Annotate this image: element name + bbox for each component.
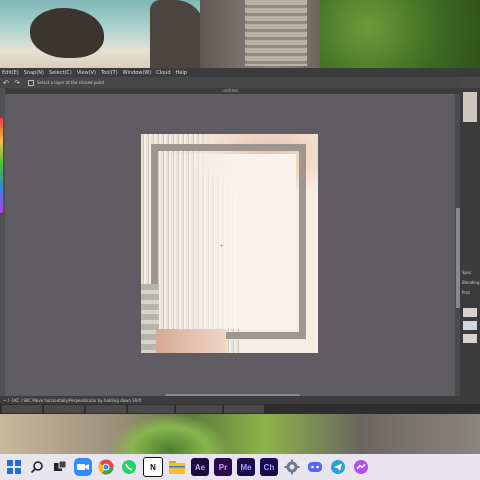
- artwork-pink-strip: [156, 329, 226, 353]
- whatsapp-icon[interactable]: [120, 458, 138, 476]
- paint-app-window: Edit(E) Snap(N) Select(C) View(V) Tool(T…: [0, 68, 480, 414]
- select-layer-label: Select a layer at the clicked point: [37, 80, 105, 85]
- after-effects-icon[interactable]: Ae: [191, 458, 209, 476]
- telegram-icon[interactable]: [329, 458, 347, 476]
- menu-select[interactable]: Select(C): [49, 70, 72, 76]
- status-text: ~ / -1KC / SKC Move horizontally/Perpend…: [3, 397, 142, 403]
- window-tab[interactable]: [2, 405, 42, 413]
- media-encoder-icon[interactable]: Me: [237, 458, 255, 476]
- wallpaper-palm: [110, 414, 230, 454]
- open-windows-strip: [0, 404, 480, 414]
- window-tab[interactable]: [224, 405, 264, 413]
- navigator-thumbnail[interactable]: [463, 92, 477, 122]
- windows-start-icon[interactable]: [5, 458, 23, 476]
- wallpaper-beach: [0, 414, 480, 454]
- select-layer-checkbox[interactable]: [28, 79, 34, 86]
- window-tab[interactable]: [86, 405, 126, 413]
- layer-thumbnail[interactable]: [463, 308, 477, 317]
- taskbar: N Ae Pr Me Ch: [0, 454, 480, 480]
- panel-label: Spec: [462, 270, 472, 275]
- messenger-icon[interactable]: [352, 458, 370, 476]
- right-panel: Spec Blending Prot: [460, 88, 480, 404]
- menu-cloud[interactable]: Cloud: [156, 70, 170, 76]
- settings-gear-icon[interactable]: [283, 458, 301, 476]
- wallpaper-stairs: [245, 0, 307, 66]
- menu-help[interactable]: Help: [176, 70, 187, 76]
- menu-tool[interactable]: Tool(T): [101, 70, 118, 76]
- task-view-icon[interactable]: [51, 458, 69, 476]
- undo-arrow-icon[interactable]: ↶: [1, 78, 11, 87]
- status-bar: ~ / -1KC / SKC Move horizontally/Perpend…: [0, 396, 460, 404]
- character-animator-icon[interactable]: Ch: [260, 458, 278, 476]
- crosshair-icon: +: [219, 243, 225, 250]
- zoom-icon[interactable]: [74, 458, 92, 476]
- discord-icon[interactable]: [306, 458, 324, 476]
- artboard[interactable]: +: [141, 134, 318, 353]
- menu-bar: Edit(E) Snap(N) Select(C) View(V) Tool(T…: [0, 68, 480, 77]
- wallpaper-foliage: [320, 0, 480, 68]
- notion-icon[interactable]: N: [143, 457, 163, 477]
- canvas-area[interactable]: +: [5, 94, 455, 396]
- window-tab[interactable]: [176, 405, 222, 413]
- artwork-frame: [151, 144, 306, 339]
- premiere-pro-icon[interactable]: Pr: [214, 458, 232, 476]
- menu-snap[interactable]: Snap(N): [24, 70, 44, 76]
- window-tab[interactable]: [44, 405, 84, 413]
- menu-edit[interactable]: Edit(E): [2, 70, 19, 76]
- panel-label: Blending: [462, 280, 480, 285]
- menu-window[interactable]: Window(W): [123, 70, 152, 76]
- redo-arrow-icon[interactable]: ↷: [12, 78, 22, 87]
- layer-thumbnail[interactable]: [463, 321, 477, 330]
- wallpaper-rock: [150, 0, 205, 68]
- search-icon[interactable]: [28, 458, 46, 476]
- layer-thumbnail[interactable]: [463, 334, 477, 343]
- menu-view[interactable]: View(V): [77, 70, 96, 76]
- chrome-icon[interactable]: [97, 458, 115, 476]
- color-swatch[interactable]: [0, 118, 3, 213]
- file-explorer-icon[interactable]: [168, 458, 186, 476]
- tool-property-bar: ↶ ↷ Select a layer at the clicked point: [0, 77, 460, 88]
- window-tab[interactable]: [128, 405, 174, 413]
- panel-label: Prot: [462, 290, 470, 295]
